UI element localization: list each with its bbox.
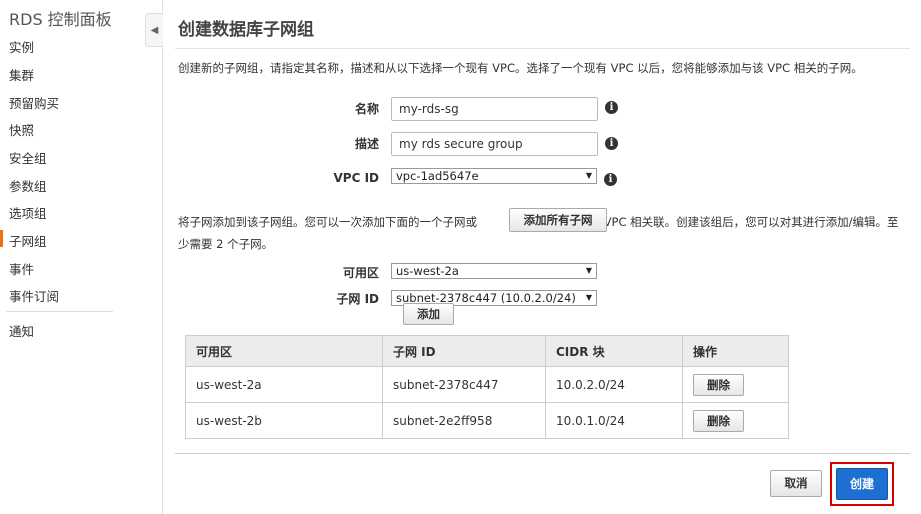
vpc-id-label: VPC ID xyxy=(333,171,380,185)
cell-availability-zone: us-west-2a xyxy=(185,366,383,403)
sidebar-item-event-subscriptions[interactable]: 事件订阅 xyxy=(9,286,59,305)
sidebar-item-subnet-groups[interactable]: 子网组 xyxy=(0,230,47,250)
subnet-id-label: 子网 ID xyxy=(336,292,379,306)
remove-subnet-button[interactable]: 删除 xyxy=(693,409,744,432)
info-icon[interactable]: i xyxy=(605,101,618,114)
footer-divider xyxy=(175,453,910,454)
cell-subnet-id: subnet-2378c447 xyxy=(382,366,546,403)
chevron-left-icon: ◀ xyxy=(150,24,159,36)
table-row: us-west-2b subnet-2e2ff958 10.0.1.0/24 删… xyxy=(185,402,789,439)
vpc-id-select[interactable]: vpc-1ad5647e ▼ xyxy=(391,168,597,184)
create-button-highlight: 创建 xyxy=(830,462,894,506)
add-subnet-button[interactable]: 添加 xyxy=(403,303,454,325)
table-row: us-west-2a subnet-2378c447 10.0.2.0/24 删… xyxy=(185,366,789,403)
intro-text: 创建新的子网组，请指定其名称，描述和从以下选择一个现有 VPC。选择了一个现有 … xyxy=(178,61,863,75)
chevron-down-icon: ▼ xyxy=(585,266,592,275)
sidebar-item-snapshots[interactable]: 快照 xyxy=(9,120,34,139)
sidebar-item-instances[interactable]: 实例 xyxy=(9,37,34,56)
column-header-availability-zone: 可用区 xyxy=(185,335,383,367)
sidebar-item-events[interactable]: 事件 xyxy=(9,259,34,278)
availability-zone-select[interactable]: us-west-2a ▼ xyxy=(391,263,597,279)
sidebar-item-security-groups[interactable]: 安全组 xyxy=(9,148,47,167)
subnet-table: 可用区 子网 ID CIDR 块 操作 us-west-2a subnet-23… xyxy=(185,335,789,439)
cell-actions: 删除 xyxy=(682,402,789,439)
cell-subnet-id: subnet-2e2ff958 xyxy=(382,402,546,439)
chevron-down-icon: ▼ xyxy=(585,293,592,302)
cell-availability-zone: us-west-2b xyxy=(185,402,383,439)
column-header-subnet-id: 子网 ID xyxy=(382,335,546,367)
create-button[interactable]: 创建 xyxy=(836,468,888,500)
sidebar-item-option-groups[interactable]: 选项组 xyxy=(9,203,47,222)
sidebar-item-reserved-purchases[interactable]: 预留购买 xyxy=(9,93,59,112)
chevron-down-icon: ▼ xyxy=(585,171,592,180)
cell-cidr: 10.0.1.0/24 xyxy=(545,402,683,439)
sidebar-title: RDS 控制面板 xyxy=(9,10,112,29)
column-header-actions: 操作 xyxy=(682,335,789,367)
column-header-cidr: CIDR 块 xyxy=(545,335,683,367)
add-all-subnets-button[interactable]: 添加所有子网 xyxy=(509,208,607,232)
vpc-id-value: vpc-1ad5647e xyxy=(396,169,479,183)
sidebar: RDS 控制面板 实例 集群 预留购买 快照 安全组 参数组 选项组 子网组 事… xyxy=(0,0,163,514)
title-divider xyxy=(175,48,910,49)
cancel-button[interactable]: 取消 xyxy=(770,470,822,497)
name-input[interactable] xyxy=(391,97,598,121)
table-header-row: 可用区 子网 ID CIDR 块 操作 xyxy=(185,335,789,367)
info-icon[interactable]: i xyxy=(605,137,618,150)
main-content: 创建数据库子网组 创建新的子网组，请指定其名称，描述和从以下选择一个现有 VPC… xyxy=(163,0,921,514)
collapse-sidebar-button[interactable]: ◀ xyxy=(145,13,163,47)
description-label: 描述 xyxy=(354,137,379,151)
availability-zone-label: 可用区 xyxy=(342,266,379,280)
cell-cidr: 10.0.2.0/24 xyxy=(545,366,683,403)
sidebar-divider xyxy=(6,311,113,312)
subnet-instructions-text-before: 将子网添加到该子网组。您可以一次添加下面的一个子网或 xyxy=(178,215,477,229)
sidebar-item-clusters[interactable]: 集群 xyxy=(9,65,34,84)
availability-zone-value: us-west-2a xyxy=(396,264,459,278)
remove-subnet-button[interactable]: 删除 xyxy=(693,373,744,396)
page-title: 创建数据库子网组 xyxy=(178,20,314,40)
description-input[interactable] xyxy=(391,132,598,156)
cell-actions: 删除 xyxy=(682,366,789,403)
info-icon[interactable]: i xyxy=(604,173,617,186)
name-label: 名称 xyxy=(354,102,379,116)
sidebar-item-parameter-groups[interactable]: 参数组 xyxy=(9,176,47,195)
sidebar-item-notifications[interactable]: 通知 xyxy=(9,321,34,340)
